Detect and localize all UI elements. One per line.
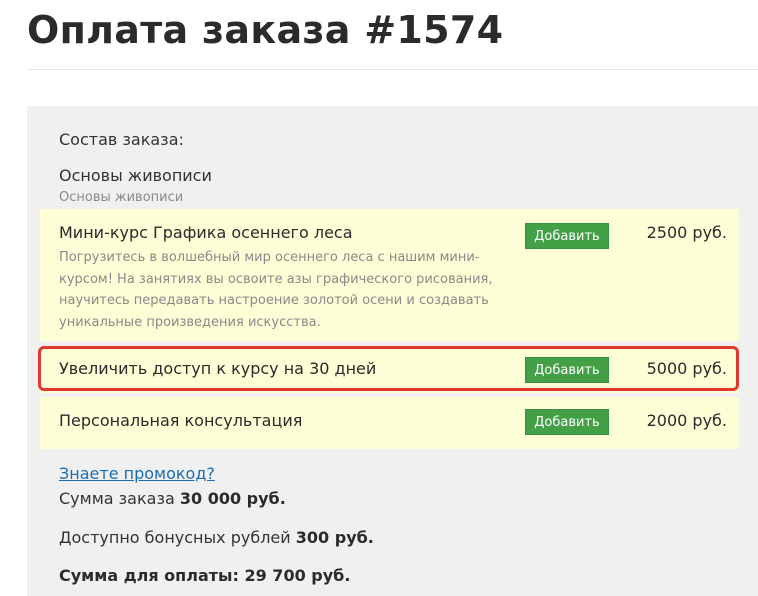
product-name: Основы живописи <box>59 166 212 185</box>
order-sum-value: 30 000 руб. <box>179 489 286 508</box>
upsell-name: Персональная консультация <box>59 411 303 430</box>
add-button-extend-access[interactable]: Добавить <box>525 357 609 383</box>
payment-page: Оплата заказа #1574 Состав заказа: Основ… <box>0 0 758 596</box>
order-section-label: Состав заказа: <box>59 130 184 149</box>
bonus-value: 300 руб. <box>295 528 374 547</box>
upsell-description: Погрузитесь в волшебный мир осеннего лес… <box>59 250 493 330</box>
add-button-consultation[interactable]: Добавить <box>525 409 609 435</box>
order-sum-line: Сумма заказа 30 000 руб. <box>59 489 286 508</box>
upsell-item-extend-access: Увеличить доступ к курсу на 30 дней Доба… <box>40 349 739 393</box>
page-title: Оплата заказа #1574 <box>27 8 504 52</box>
to-pay-line: Сумма для оплаты: 29 700 руб. <box>59 566 350 585</box>
upsell-price: 5000 руб. <box>646 359 727 378</box>
title-divider <box>27 69 758 70</box>
upsell-price: 2000 руб. <box>646 411 727 430</box>
bonus-line: Доступно бонусных рублей 300 руб. <box>59 528 374 547</box>
add-button-mini-course[interactable]: Добавить <box>525 223 609 249</box>
to-pay-label: Сумма для оплаты: <box>59 566 239 585</box>
upsell-item-mini-course: Мини-курс Графика осеннего леса Погрузит… <box>40 209 739 341</box>
upsell-item-consultation: Персональная консультация Добавить 2000 … <box>40 397 739 449</box>
upsell-price: 2500 руб. <box>646 223 727 242</box>
bonus-label: Доступно бонусных рублей <box>59 528 291 547</box>
upsell-name: Увеличить доступ к курсу на 30 дней <box>59 359 377 378</box>
promo-code-link[interactable]: Знаете промокод? <box>59 464 215 483</box>
order-sum-label: Сумма заказа <box>59 489 175 508</box>
upsell-name: Мини-курс Графика осеннего леса <box>59 223 353 242</box>
product-subtitle: Основы живописи <box>59 190 184 205</box>
to-pay-value: 29 700 руб. <box>244 566 351 585</box>
